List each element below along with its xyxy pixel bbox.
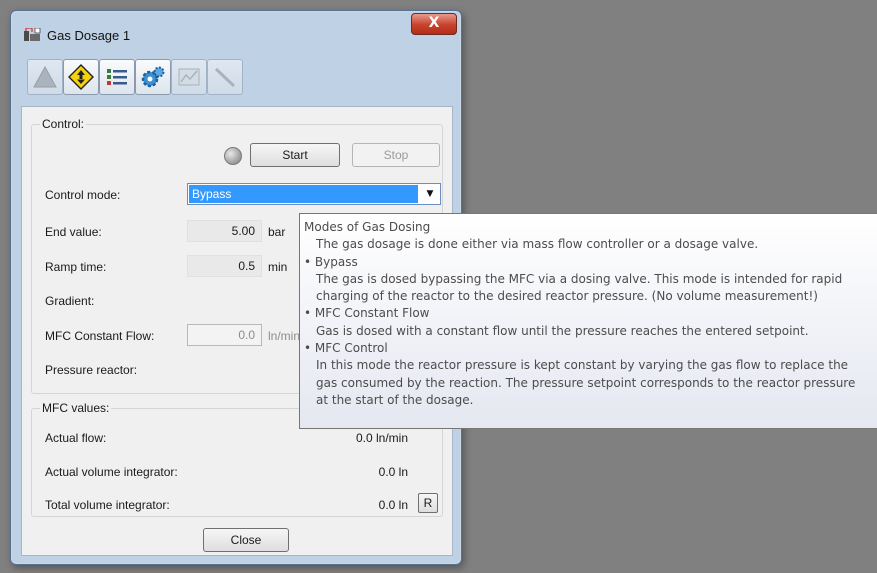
tooltip-text: gas consumed by the reaction. The pressu… [316,375,856,390]
tooltip-text: In this mode the reactor pressure is kep… [316,358,849,373]
chevron-down-icon[interactable]: ▼ [420,184,440,204]
chart-button[interactable] [171,59,207,95]
end-value-field[interactable]: 5.00 [187,220,262,242]
end-value-label: End value: [45,225,102,239]
tooltip-text: at the start of the dosage. [316,392,474,407]
tooltip-text: charging of the reactor to the desired r… [316,289,818,304]
pressure-reactor-label: Pressure reactor: [45,363,138,377]
end-value-unit: bar [268,225,286,239]
app-icon [24,28,41,41]
mfc-constant-flow-unit: ln/min [268,329,301,343]
ramp-time-field[interactable]: 0.5 [187,255,262,277]
arrows-diamond-icon [68,64,94,90]
control-mode-label: Control mode: [45,188,121,202]
tooltip-title: Modes of Gas Dosing [304,220,431,234]
warning-button[interactable] [27,59,63,95]
gradient-label: Gradient: [45,294,95,308]
list-button[interactable] [99,59,135,95]
total-volume-value: 0.0 ln [378,498,408,512]
tooltip-bullet: • MFC Control [304,341,388,356]
mfc-values-group-label: MFC values: [40,401,112,415]
control-mode-select[interactable]: Bypass ▼ [187,183,441,205]
gears-icon [141,66,165,88]
settings-button[interactable] [135,59,171,95]
tooltip-bullet: • Bypass [304,254,358,269]
mfc-constant-flow-field[interactable]: 0.0 [187,324,262,346]
tooltip-text: Gas is dosed with a constant flow until … [316,323,809,338]
actual-volume-label: Actual volume integrator: [45,465,178,479]
window-title: Gas Dosage 1 [47,28,131,43]
list-icon [107,69,127,85]
title-bar: Gas Dosage 1 X [11,11,461,47]
stop-button[interactable]: Stop [352,143,440,167]
actual-flow-value: 0.0 ln/min [355,431,408,445]
ramp-time-unit: min [268,260,288,274]
window-close-button[interactable]: X [411,13,457,35]
total-volume-label: Total volume integrator: [45,498,170,512]
mfc-constant-flow-label: MFC Constant Flow: [45,329,155,343]
tooltip-text: The gas is dosed bypassing the MFC via a… [316,271,843,286]
ramp-icon [214,67,236,88]
chart-icon [178,68,200,86]
ramp-time-label: Ramp time: [45,260,107,274]
control-mode-tooltip: Modes of Gas Dosing The gas dosage is do… [299,213,877,429]
actual-volume-value: 0.0 ln [378,465,408,479]
warning-icon [33,66,57,88]
reset-volume-button[interactable]: R [418,493,438,513]
tooltip-text: The gas dosage is done either via mass f… [316,237,759,252]
control-mode-value: Bypass [189,185,418,203]
start-button[interactable]: Start [250,143,340,167]
close-button[interactable]: Close [203,528,289,552]
status-led [224,147,242,165]
actual-flow-label: Actual flow: [45,431,107,445]
control-group-label: Control: [40,117,87,131]
navigation-button[interactable] [63,59,99,95]
tooltip-bullet: • MFC Constant Flow [304,306,430,321]
ramp-button[interactable] [207,59,243,95]
